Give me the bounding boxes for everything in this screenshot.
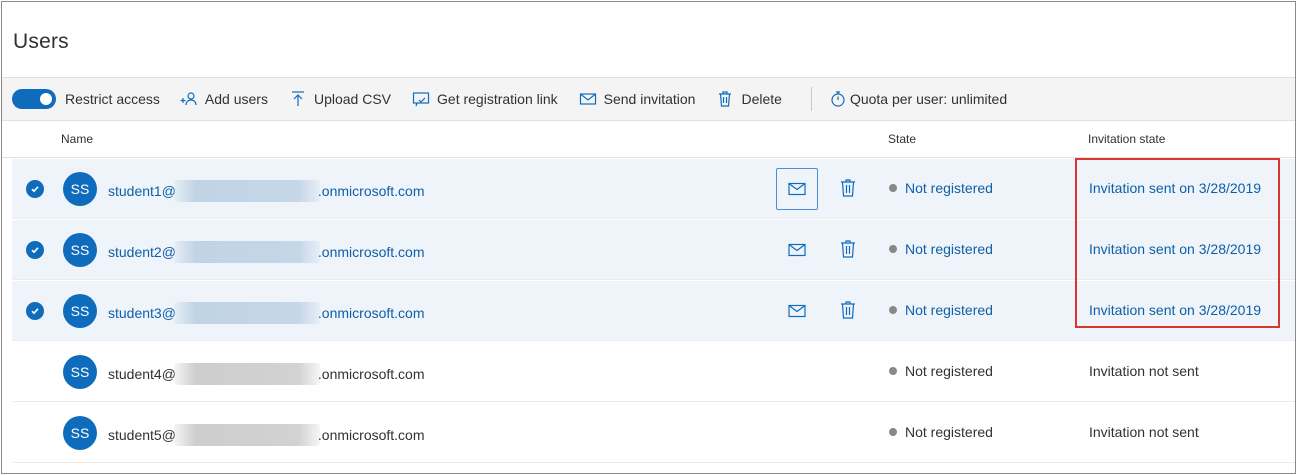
restrict-access-label: Restrict access <box>65 91 160 107</box>
email-prefix: student1@ <box>108 183 176 199</box>
user-email[interactable]: student2@ .onmicrosoft.com <box>108 241 425 263</box>
row-checkbox[interactable] <box>26 180 44 198</box>
send-invitation-row-button[interactable] <box>776 229 818 271</box>
invitation-state: Invitation sent on 3/28/2019 <box>1089 180 1262 196</box>
mail-icon <box>788 243 806 257</box>
users-page: Users Restrict access Add users Upload C… <box>1 1 1296 474</box>
avatar: SS <box>63 233 97 267</box>
add-users-label: Add users <box>204 91 268 107</box>
redacted-domain <box>173 424 320 446</box>
user-email[interactable]: student5@ .onmicrosoft.com <box>108 424 425 446</box>
table-row[interactable]: SS student4@ .onmicrosoft.com Not registe… <box>12 342 1295 402</box>
row-checkbox[interactable] <box>26 241 44 259</box>
column-name[interactable]: Name <box>61 132 93 146</box>
send-invitation-button[interactable]: Send invitation <box>579 77 696 121</box>
upload-csv-button[interactable]: Upload CSV <box>289 77 391 121</box>
column-invitation-state[interactable]: Invitation state <box>1088 132 1165 146</box>
send-invitation-row-button[interactable] <box>776 290 818 332</box>
status-dot <box>889 184 897 192</box>
quota-label: Quota per user: unlimited <box>849 91 1008 107</box>
state-label: Not registered <box>905 302 993 318</box>
column-state[interactable]: State <box>888 132 916 146</box>
timer-icon <box>829 90 847 108</box>
delete-row-button[interactable] <box>838 237 858 261</box>
avatar: SS <box>63 355 97 389</box>
status-dot <box>889 306 897 314</box>
send-invitation-label: Send invitation <box>603 91 696 107</box>
status-dot <box>889 367 897 375</box>
status-dot <box>889 245 897 253</box>
user-state: Not registered <box>889 424 993 440</box>
user-state: Not registered <box>889 363 993 379</box>
avatar: SS <box>63 172 97 206</box>
mail-icon <box>788 182 806 196</box>
table-header: Name State Invitation state <box>2 122 1295 158</box>
user-state: Not registered <box>889 180 993 196</box>
invitation-state: Invitation not sent <box>1089 424 1199 440</box>
page-title: Users <box>13 30 69 53</box>
state-label: Not registered <box>905 363 993 379</box>
mail-icon <box>579 90 597 108</box>
avatar: SS <box>63 416 97 450</box>
invitation-state: Invitation not sent <box>1089 363 1199 379</box>
user-state: Not registered <box>889 302 993 318</box>
get-registration-link-button[interactable]: Get registration link <box>412 77 558 121</box>
user-state: Not registered <box>889 241 993 257</box>
redacted-domain <box>173 363 320 385</box>
email-prefix: student2@ <box>108 244 176 260</box>
toolbar-divider <box>810 87 812 111</box>
user-email[interactable]: student3@ .onmicrosoft.com <box>108 302 425 324</box>
trash-icon <box>841 179 855 197</box>
restrict-access-toggle[interactable]: Restrict access <box>2 77 160 121</box>
trash-icon <box>716 90 734 108</box>
state-label: Not registered <box>905 180 993 196</box>
registration-link-icon <box>412 90 430 108</box>
avatar: SS <box>63 294 97 328</box>
email-prefix: student4@ <box>108 366 176 382</box>
mail-icon <box>788 304 806 318</box>
table-row[interactable]: SS student5@ .onmicrosoft.com Not registe… <box>12 403 1295 463</box>
toggle-switch[interactable] <box>12 89 56 109</box>
toolbar: Restrict access Add users Upload CSV Get… <box>2 77 1295 121</box>
add-users-button[interactable]: Add users <box>180 77 268 121</box>
user-email[interactable]: student1@ .onmicrosoft.com <box>108 180 425 202</box>
email-suffix: .onmicrosoft.com <box>317 183 425 199</box>
delete-row-button[interactable] <box>838 298 858 322</box>
invitation-state: Invitation sent on 3/28/2019 <box>1089 241 1262 257</box>
state-label: Not registered <box>905 241 993 257</box>
get-registration-link-label: Get registration link <box>437 91 558 107</box>
email-suffix: .onmicrosoft.com <box>317 427 425 443</box>
status-dot <box>889 428 897 436</box>
user-email[interactable]: student4@ .onmicrosoft.com <box>108 363 425 385</box>
email-prefix: student3@ <box>108 305 176 321</box>
checkmark-icon <box>31 308 39 315</box>
email-prefix: student5@ <box>108 427 176 443</box>
checkmark-icon <box>31 186 39 193</box>
delete-button[interactable]: Delete <box>716 77 782 121</box>
redacted-domain <box>173 241 320 263</box>
checkmark-icon <box>31 247 39 254</box>
delete-row-button[interactable] <box>838 176 858 200</box>
trash-icon <box>841 240 855 258</box>
email-suffix: .onmicrosoft.com <box>317 366 425 382</box>
redacted-domain <box>173 180 320 202</box>
table-row[interactable]: SS student2@ .onmicrosoft.com Not registe… <box>12 220 1295 280</box>
row-checkbox[interactable] <box>26 302 44 320</box>
redacted-domain <box>173 302 320 324</box>
table-row[interactable]: SS student1@ .onmicrosoft.com Not registe… <box>12 159 1295 219</box>
trash-icon <box>841 301 855 319</box>
quota-button[interactable]: Quota per user: unlimited <box>829 77 1007 121</box>
state-label: Not registered <box>905 424 993 440</box>
upload-csv-label: Upload CSV <box>313 91 392 107</box>
add-users-icon <box>180 90 198 108</box>
email-suffix: .onmicrosoft.com <box>317 244 425 260</box>
delete-label: Delete <box>741 91 782 107</box>
invitation-state: Invitation sent on 3/28/2019 <box>1089 302 1262 318</box>
email-suffix: .onmicrosoft.com <box>317 305 425 321</box>
upload-icon <box>289 90 307 108</box>
table-row[interactable]: SS student3@ .onmicrosoft.com Not registe… <box>12 281 1295 341</box>
send-invitation-row-button[interactable] <box>776 168 818 210</box>
